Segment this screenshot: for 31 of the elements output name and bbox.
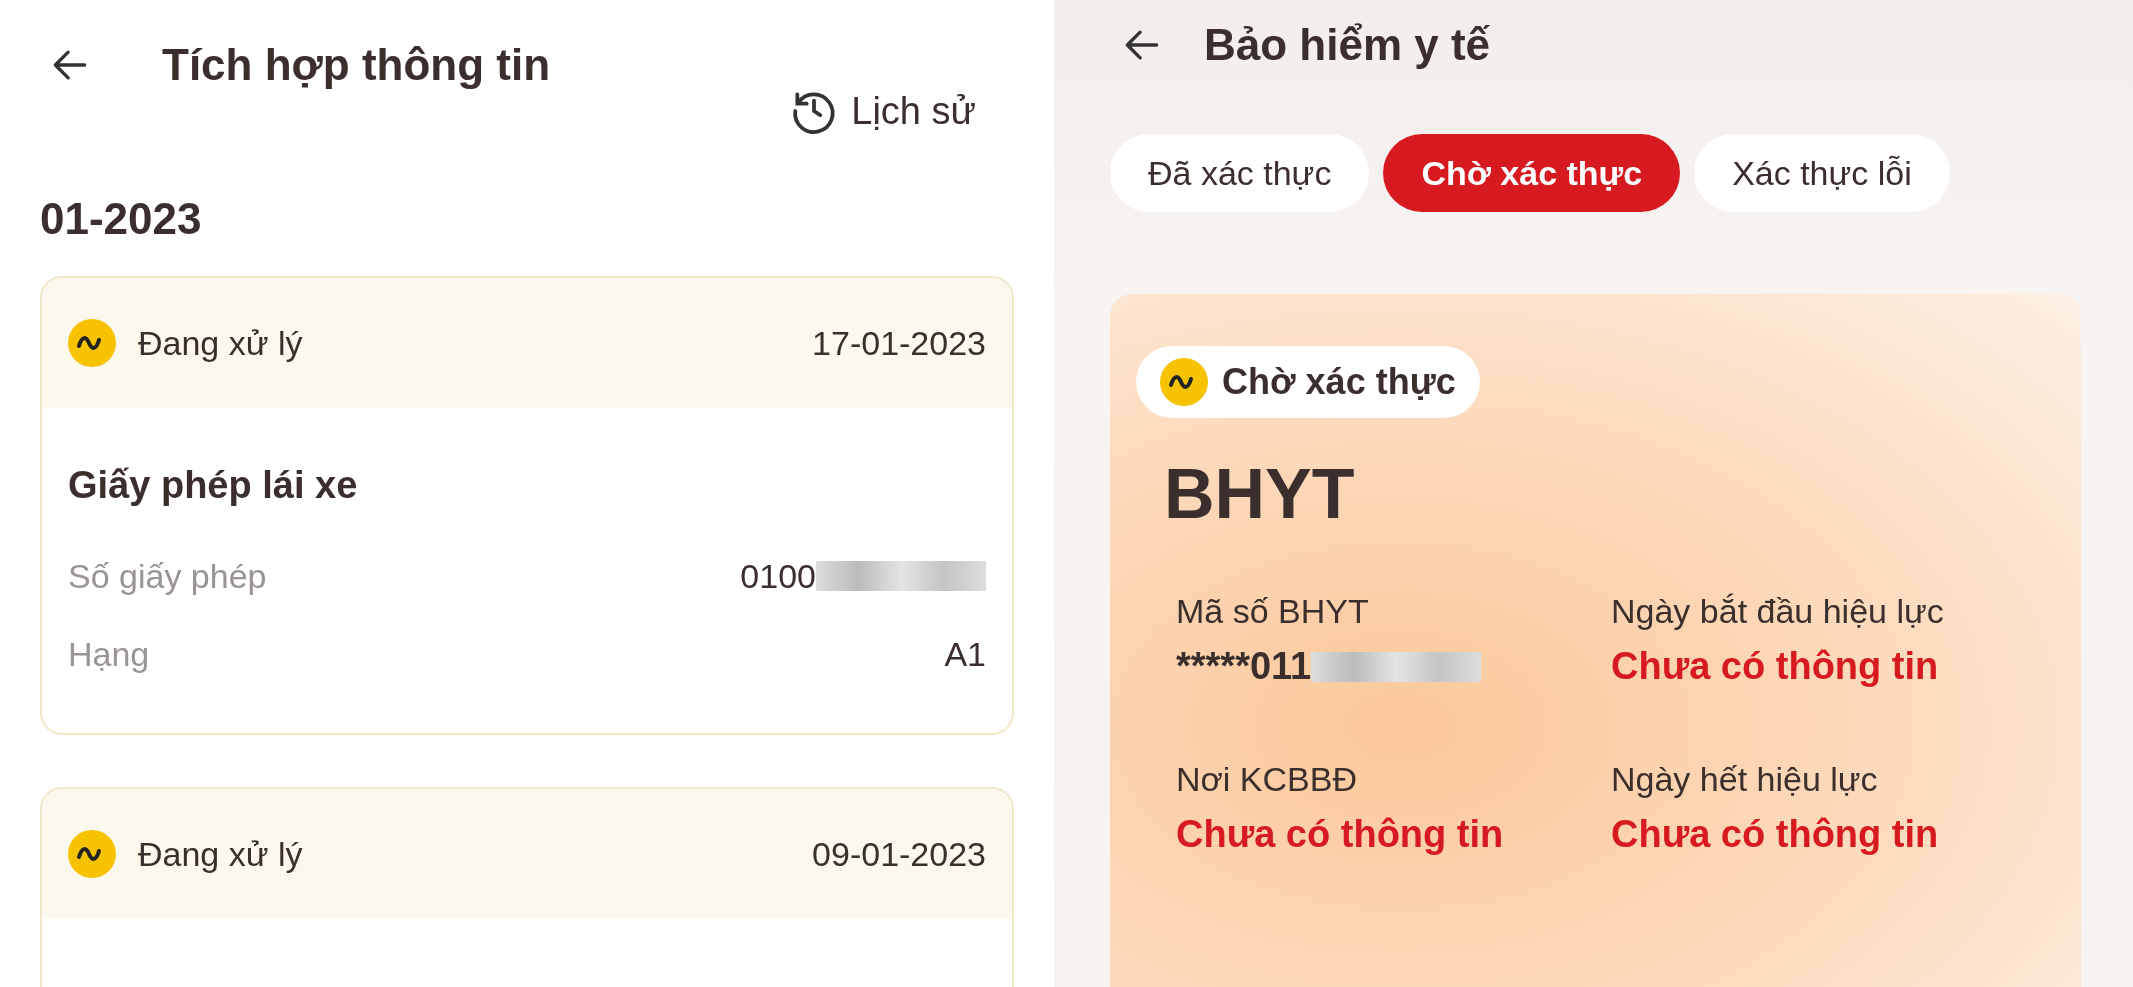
processing-status-icon <box>68 319 116 367</box>
field-value: A1 <box>944 634 986 674</box>
month-heading: 01-2023 <box>40 194 203 244</box>
card-title: BHYT <box>1164 454 1356 534</box>
record-card[interactable]: Đang xử lý 09-01-2023 <box>40 787 1014 987</box>
filter-tab[interactable]: Chờ xác thực <box>1383 134 1681 212</box>
field-label: Nơi KCBBĐ <box>1176 760 1358 799</box>
field-value: Chưa có thông tin <box>1611 645 1939 688</box>
status-text: Đang xử lý <box>138 323 304 363</box>
page-title: Tích hợp thông tin <box>162 40 551 90</box>
status-badge: Chờ xác thực <box>1136 346 1480 418</box>
document-title: Giấy phép lái xe <box>68 464 359 507</box>
field-value: Chưa có thông tin <box>1176 813 1504 856</box>
field-label: Ngày bắt đầu hiệu lực <box>1611 592 1945 631</box>
processing-status-icon <box>1160 358 1208 406</box>
filter-tab[interactable]: Đã xác thực <box>1110 134 1370 212</box>
field-value: Chưa có thông tin <box>1611 813 1939 856</box>
field-label: Ngày hết hiệu lực <box>1611 760 1879 799</box>
field-value: 0100 <box>740 556 816 596</box>
date-text: 09-01-2023 <box>812 834 986 874</box>
status-text: Đang xử lý <box>138 834 304 874</box>
history-link[interactable]: Lịch sử <box>851 89 976 133</box>
field-label: Hạng <box>68 634 150 674</box>
field-label: Số giấy phép <box>68 556 267 596</box>
date-text: 17-01-2023 <box>812 323 986 363</box>
record-card[interactable]: Đang xử lý 17-01-2023 Giấy phép lái xe Số giấy phép 0100 Hạng A1 <box>40 276 1014 735</box>
page-title: Bảo hiểm y tế <box>1204 20 1491 70</box>
filter-tab[interactable]: Xác thực lỗi <box>1694 134 1950 212</box>
field-value: *****011 <box>1176 645 1312 688</box>
processing-status-icon <box>68 830 116 878</box>
field-label: Mã số BHYT <box>1176 592 1370 631</box>
